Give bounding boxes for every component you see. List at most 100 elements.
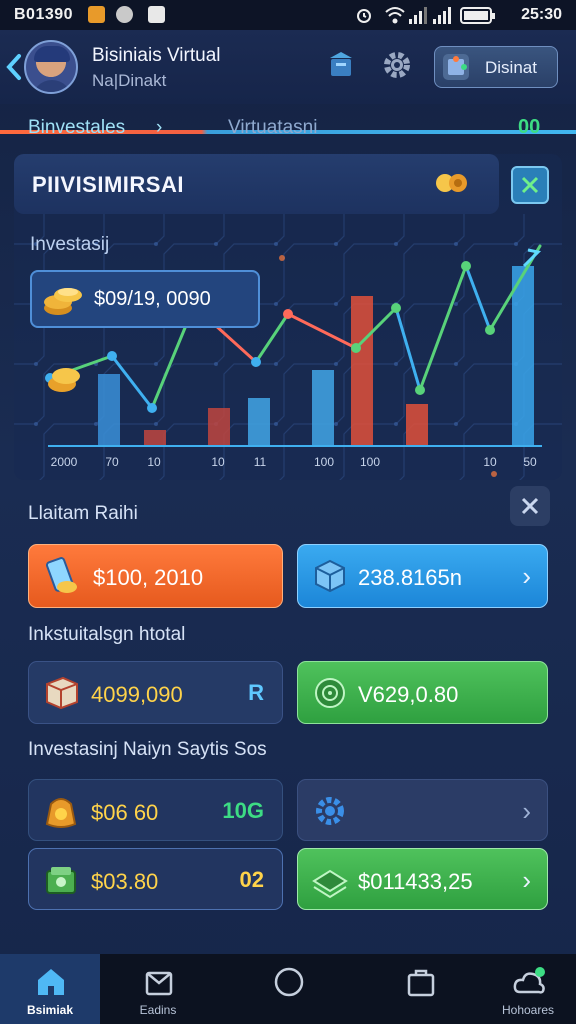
chart-point [251, 357, 261, 367]
chevron-right-icon: › [522, 561, 531, 591]
card-blue-value: 238.8165n [358, 565, 462, 590]
nav-item-box[interactable]: Eadins [108, 954, 208, 1024]
chevron-right-icon: › [522, 865, 531, 895]
bottom-nav: Bsimiak Eadins Hohoares [0, 954, 576, 1024]
chart-bar [512, 266, 534, 446]
card-blue[interactable]: 238.8165n › [297, 544, 548, 608]
notification-icon [88, 6, 105, 23]
x-tick-label: 100 [360, 455, 380, 469]
x-tick-label: 100 [314, 455, 334, 469]
card-dark-1-value: 4099,090 [91, 682, 183, 707]
package-icon [46, 676, 78, 710]
chart-close-button[interactable] [511, 166, 549, 204]
phone-wallet-icon [45, 557, 77, 593]
close-icon [521, 176, 539, 194]
app-header: Bisiniais Virtual Na|Dinakt Disinat [0, 30, 576, 134]
chart-bar [248, 398, 270, 446]
avatar[interactable] [24, 40, 78, 94]
chart-point [391, 303, 401, 313]
back-arrow-icon[interactable] [4, 52, 24, 82]
chart-bar [98, 374, 120, 446]
bag-icon [407, 969, 435, 997]
card-dark-2[interactable]: $06 60 10G [28, 779, 283, 841]
chart-point [147, 403, 157, 413]
card-dark-2-value: $06 60 [91, 800, 159, 825]
circle-icon [274, 967, 304, 997]
card-dark-1[interactable]: 4099,090 R [28, 661, 283, 724]
tab-virtuatasni[interactable]: Virtuatasni [228, 117, 317, 139]
card-dark-4[interactable]: $03.80 02 [28, 848, 283, 910]
close-icon [521, 497, 539, 515]
chart-panel: 2000 70 10 10 11 100 100 10 50 PIIVISIMIRSAI Inv… [14, 154, 562, 480]
nav-item-center[interactable] [238, 954, 338, 1024]
app-root: B01390 25:30 Bisiniais Virtual Na|Dinakt… [0, 0, 576, 1024]
card-dark-2-side: 10G [222, 798, 264, 823]
app-title: Bisiniais Virtual [92, 45, 221, 66]
spark-dot [279, 255, 285, 261]
nav-label-home: Bsimiak [26, 1003, 74, 1017]
cash-box-icon [46, 867, 76, 894]
app-subtitle: Na|Dinakt [92, 71, 167, 90]
puzzle-icon [443, 54, 469, 80]
card-green-2-value: $011433,25 [358, 869, 473, 894]
section-title-2: Inkstuitalsgn htotal [28, 624, 186, 645]
avatar-body [32, 80, 72, 92]
card-orange[interactable]: $100, 2010 [28, 544, 283, 608]
chart-bar [351, 296, 373, 446]
chart-value-text: $09/19, 0090 [94, 288, 211, 310]
settings-notification-icon [116, 6, 133, 23]
disinat-label: Disinat [485, 58, 537, 77]
nav-label-box: Eadins [139, 1003, 177, 1017]
nav-item-bag[interactable] [370, 954, 470, 1024]
chart-value-pill: $09/19, 0090 [30, 270, 260, 328]
tab-count-badge: 00 [518, 116, 541, 138]
chart-point [351, 343, 361, 353]
spark-dot-2 [491, 471, 497, 477]
chart-panel-title: PIIVISIMIRSAI [32, 172, 184, 197]
chart-point [107, 351, 117, 361]
cloud-icon [513, 967, 545, 994]
section-title-1: Llaitam Raihi [28, 503, 138, 524]
x-tick-label: 10 [483, 455, 497, 469]
card-dark-3[interactable]: › [297, 779, 548, 841]
nav-item-home[interactable]: Bsimiak [0, 954, 100, 1024]
chevron-right-icon[interactable]: › [156, 117, 162, 139]
gear-icon[interactable] [380, 48, 414, 82]
home-icon [38, 969, 64, 995]
x-tick-label: 10 [147, 455, 161, 469]
nav-label-cloud: Hohoares [501, 1003, 555, 1017]
chart-bar [312, 370, 334, 446]
status-time-left: B01390 [14, 6, 74, 23]
card-green-1[interactable]: V629,0.80 [297, 661, 548, 724]
gear-icon [316, 797, 344, 825]
archive-icon[interactable] [324, 48, 358, 82]
coin-stack-icon [44, 288, 82, 315]
card-orange-value: $100, 2010 [93, 565, 204, 590]
section-close-button[interactable] [510, 486, 550, 526]
cube-icon [315, 559, 345, 593]
status-bar: B01390 25:30 [0, 0, 576, 30]
x-tick-label: 11 [254, 455, 267, 469]
coin-bag-icon [45, 798, 77, 828]
chart-point [283, 309, 293, 319]
chart-point [485, 325, 495, 335]
chart-label: Investasij [30, 234, 110, 255]
card-dark-4-value: $03.80 [91, 869, 159, 894]
x-tick-label: 70 [105, 455, 119, 469]
image-notification-icon [148, 6, 165, 23]
x-tick-label: 2000 [51, 455, 78, 469]
nav-item-cloud[interactable]: Hohoares [478, 954, 576, 1024]
chart-point [461, 261, 471, 271]
x-tick-label: 50 [523, 455, 537, 469]
tab-row: Binvestales › Virtuatasni 00 [0, 104, 576, 150]
tab-binvestales[interactable]: Binvestales [28, 117, 125, 139]
x-tick-label: 10 [211, 455, 225, 469]
card-dark-1-side: R [248, 680, 264, 705]
avatar-cap [34, 46, 70, 62]
card-green-2[interactable]: $011433,25 › [297, 848, 548, 910]
wifi-icon [385, 7, 405, 24]
disinat-button[interactable]: Disinat [434, 46, 558, 88]
card-green-1-value: V629,0.80 [358, 682, 459, 707]
signal-icon [409, 7, 427, 24]
chart-point [415, 385, 425, 395]
